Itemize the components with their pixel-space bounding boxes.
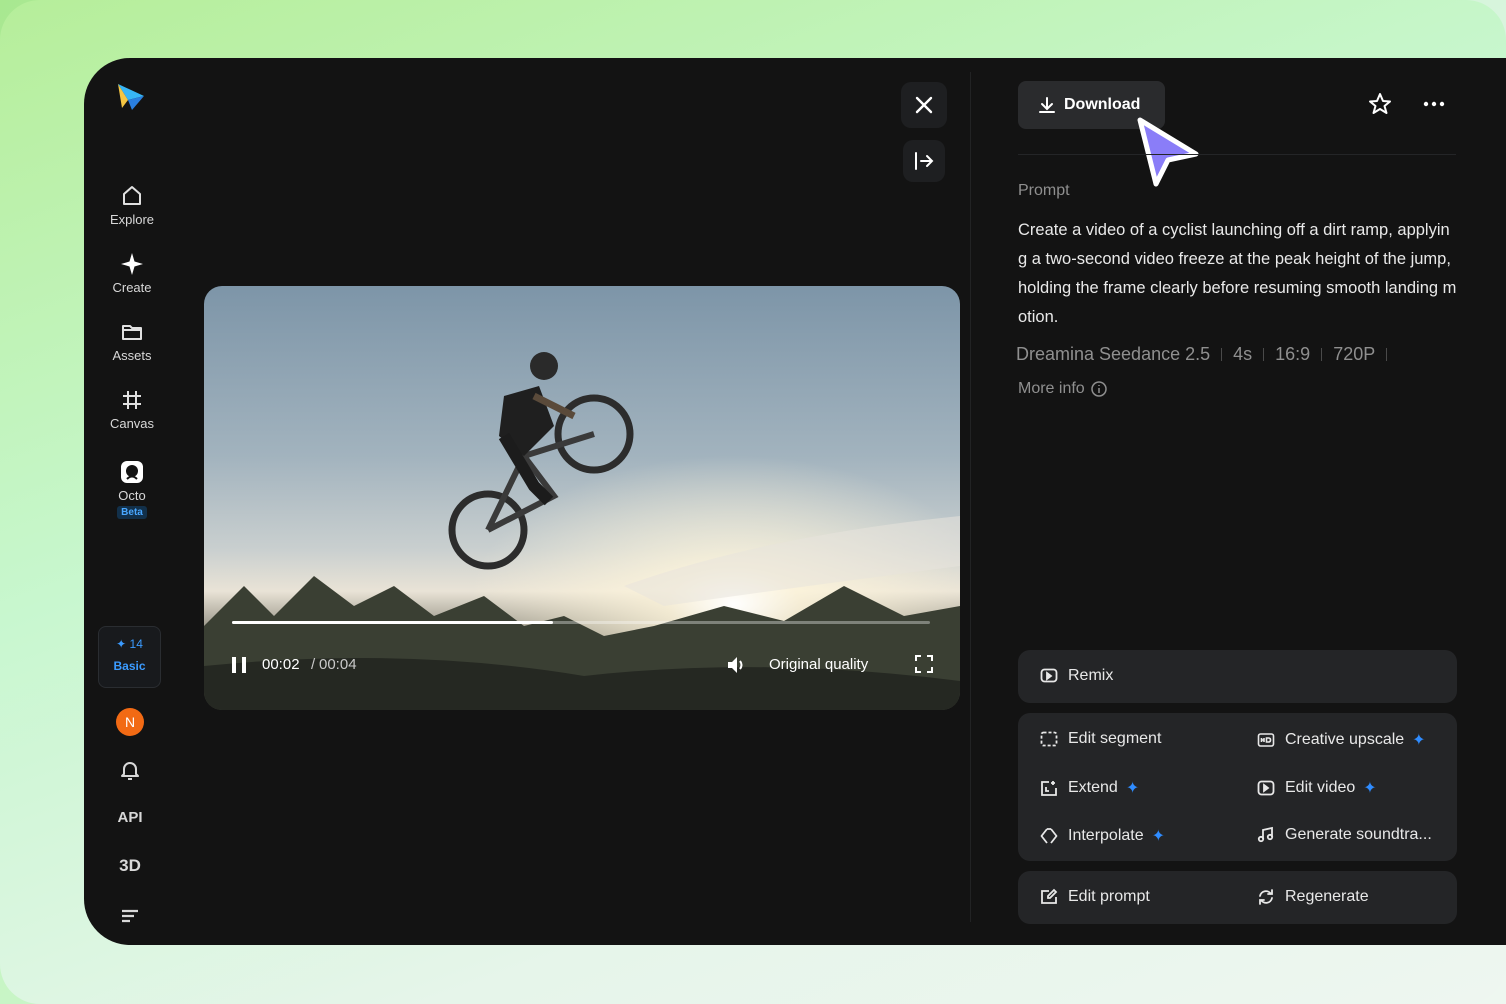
fullscreen-icon[interactable]: [914, 654, 934, 674]
edit-video-label: Edit video: [1285, 779, 1356, 796]
folder-icon: [122, 325, 142, 340]
extend-button[interactable]: Extend ✦: [1040, 778, 1139, 798]
sidebar-item-assets[interactable]: Assets: [84, 320, 180, 363]
interpolate-button[interactable]: Interpolate ✦: [1040, 826, 1165, 846]
credits-widget[interactable]: ✦ 14 Basic: [98, 626, 161, 688]
credits-count: 14: [129, 637, 143, 651]
3d-link[interactable]: 3D: [84, 856, 176, 876]
quality-selector[interactable]: Original quality: [769, 656, 868, 673]
remix-button[interactable]: Remix: [1040, 667, 1113, 685]
volume-icon[interactable]: [726, 654, 748, 676]
regenerate-button[interactable]: Regenerate: [1257, 888, 1369, 906]
progress-bar[interactable]: [232, 621, 930, 624]
close-button[interactable]: [901, 82, 947, 128]
sidebar-item-label: Octo: [118, 488, 146, 503]
video-frame: [204, 286, 960, 710]
regenerate-icon: [1259, 889, 1273, 905]
sidebar-item-explore[interactable]: Explore: [84, 184, 180, 227]
info-icon: [1090, 381, 1107, 397]
edit-segment-label: Edit segment: [1068, 730, 1162, 747]
arrow-right-bar-icon: [915, 152, 934, 170]
edit-segment-icon: [1040, 731, 1058, 747]
ai-sparkle-icon: ✦: [1125, 780, 1140, 797]
credits-sparkle-icon: ✦: [116, 637, 127, 651]
sidebar-item-octo[interactable]: Octo Beta: [84, 460, 180, 519]
duration: 4s: [1233, 344, 1253, 364]
remix-card: Remix: [1018, 650, 1457, 703]
aspect-ratio: 16:9: [1275, 344, 1311, 364]
generate-soundtrack-button[interactable]: Generate soundtra...: [1257, 826, 1432, 844]
time-separator: /: [311, 656, 316, 673]
remix-label: Remix: [1068, 667, 1114, 684]
prompt-label: Prompt: [1018, 182, 1070, 199]
music-note-icon: [1257, 826, 1274, 843]
edit-video-button[interactable]: Edit video ✦: [1257, 778, 1377, 798]
pause-icon[interactable]: [230, 656, 248, 674]
sidebar-item-canvas[interactable]: Canvas: [84, 388, 180, 431]
current-time: 00:02: [262, 656, 300, 673]
favorite-star-icon[interactable]: [1368, 92, 1392, 116]
beta-badge: Beta: [117, 506, 147, 519]
pointer-cursor-icon: [1137, 117, 1199, 187]
avatar[interactable]: N: [116, 708, 144, 736]
interpolate-icon: [1040, 828, 1058, 844]
video-player[interactable]: 00:02 / 00:04 Original quality: [204, 286, 960, 710]
sidebar-item-label: Assets: [112, 348, 152, 363]
ai-sparkle-icon: ✦: [1412, 732, 1426, 749]
app-logo-icon[interactable]: [114, 80, 148, 114]
edit-segment-button[interactable]: Edit segment: [1040, 730, 1161, 748]
extend-label: Extend: [1068, 779, 1118, 796]
more-options-icon[interactable]: [1422, 92, 1446, 116]
progress-fill: [232, 621, 554, 624]
hash-frame-icon: [123, 391, 141, 409]
ai-sparkle-icon: ✦: [1363, 780, 1377, 797]
generate-soundtrack-label: Generate soundtra...: [1285, 826, 1432, 843]
creative-upscale-label: Creative upscale: [1285, 731, 1405, 748]
download-label: Download: [1064, 96, 1141, 113]
model-name: Dreamina Seedance 2.5: [1016, 344, 1211, 364]
more-info-link[interactable]: More info: [1018, 380, 1107, 398]
edit-prompt-label: Edit prompt: [1068, 888, 1150, 905]
sidebar-item-create[interactable]: Create: [84, 252, 180, 295]
generation-meta: Dreamina Seedance 2.5 4s 16:9 720P: [1016, 344, 1398, 365]
edit-tools-card: Edit segment Creative upscale ✦ Extend ✦…: [1018, 713, 1457, 861]
creative-upscale-button[interactable]: Creative upscale ✦: [1257, 730, 1426, 750]
plan-label: Basic: [113, 659, 146, 673]
edit-video-icon: [1257, 780, 1275, 796]
hd-upscale-icon: [1257, 733, 1275, 747]
api-link[interactable]: API: [84, 809, 176, 826]
extend-icon: [1041, 781, 1057, 796]
remix-icon: [1040, 668, 1058, 683]
close-icon: [915, 96, 933, 114]
resolution: 720P: [1333, 344, 1376, 364]
prompt-tools-card: Edit prompt Regenerate: [1018, 871, 1457, 924]
bell-icon[interactable]: [118, 758, 142, 782]
sidebar-item-label: Create: [112, 280, 152, 295]
home-icon: [123, 186, 141, 205]
ai-sparkle-icon: ✦: [1151, 828, 1166, 845]
sidebar: Explore Create Assets Canvas Octo Beta ✦…: [84, 58, 180, 945]
header-divider: [1018, 154, 1456, 155]
menu-icon[interactable]: [118, 903, 142, 927]
app-window: Explore Create Assets Canvas Octo Beta ✦…: [84, 58, 1506, 945]
player-controls: 00:02 / 00:04 Original quality: [230, 652, 940, 678]
regenerate-label: Regenerate: [1285, 888, 1369, 905]
collapse-panel-button[interactable]: [903, 140, 945, 182]
edit-prompt-button[interactable]: Edit prompt: [1040, 888, 1150, 906]
edit-prompt-icon: [1041, 888, 1058, 904]
sidebar-item-label: Canvas: [109, 416, 155, 431]
total-time: 00:04: [319, 656, 357, 673]
download-icon: [1039, 97, 1055, 113]
sparkle-icon: [121, 253, 143, 275]
octo-icon: [121, 461, 143, 483]
sidebar-item-label: Explore: [109, 212, 155, 227]
prompt-text: Create a video of a cyclist launching of…: [1018, 221, 1457, 326]
panel-divider: [970, 72, 971, 922]
more-info-label: More info: [1018, 380, 1085, 397]
interpolate-label: Interpolate: [1068, 827, 1144, 844]
